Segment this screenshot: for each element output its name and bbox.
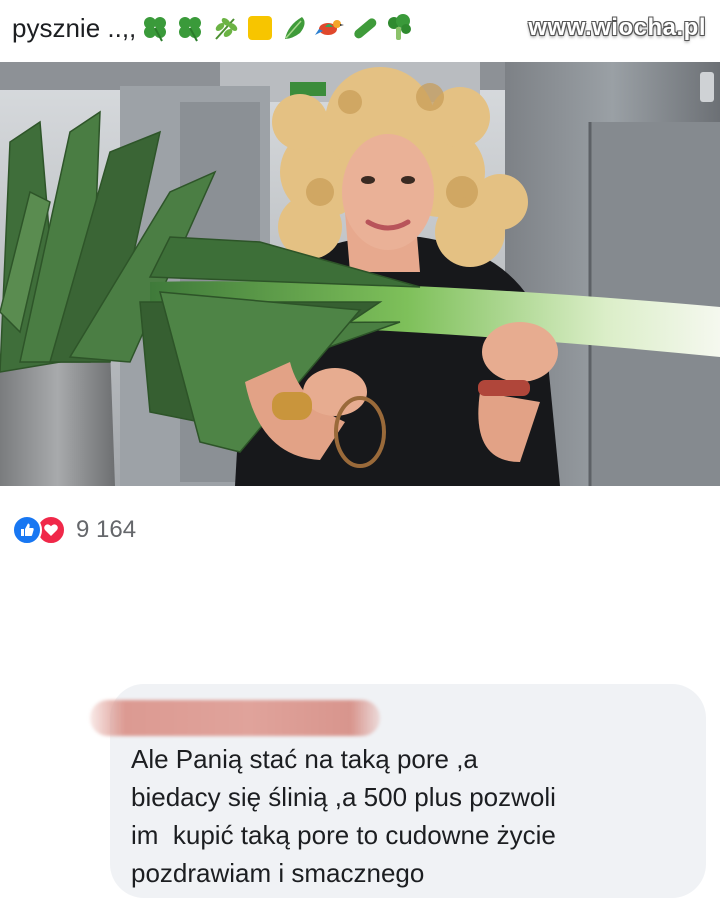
shamrock-icon (179, 17, 202, 42)
post-caption-text: pysznie ..,, (12, 13, 137, 43)
cucumber-icon (354, 18, 377, 39)
post-header: pysznie ..,, www.wiocha.pl (0, 0, 720, 62)
leafy-green-icon (285, 17, 305, 39)
photo-illustration (0, 62, 720, 486)
post-caption: pysznie ..,, (12, 8, 415, 48)
post-photo[interactable] (0, 62, 720, 486)
comment-line: pozdrawiam i smacznego (131, 858, 425, 888)
commenter-name-redacted[interactable] (90, 700, 380, 736)
comment-text: Ale Panią stać na taką pore ,a biedacy s… (131, 740, 691, 892)
comment-line: im kupić taką pore to cudowne życie (131, 820, 556, 850)
watermark: www.wiocha.pl (528, 14, 706, 41)
shamrock-icon (144, 17, 167, 42)
reactions-summary[interactable]: 9 164 (12, 512, 136, 548)
bird-icon (315, 20, 345, 35)
reaction-count[interactable]: 9 164 (76, 516, 136, 544)
herb-icon (215, 18, 238, 40)
emoji-row (140, 13, 415, 43)
comment-line: biedacy się ślinią ,a 500 plus pozwoli (131, 782, 556, 812)
comment-line: Ale Panią stać na taką pore ,a (131, 744, 478, 774)
broccoli-icon (388, 14, 412, 40)
thumbs-up-icon[interactable] (12, 515, 42, 545)
yellow-square-icon (248, 16, 273, 40)
